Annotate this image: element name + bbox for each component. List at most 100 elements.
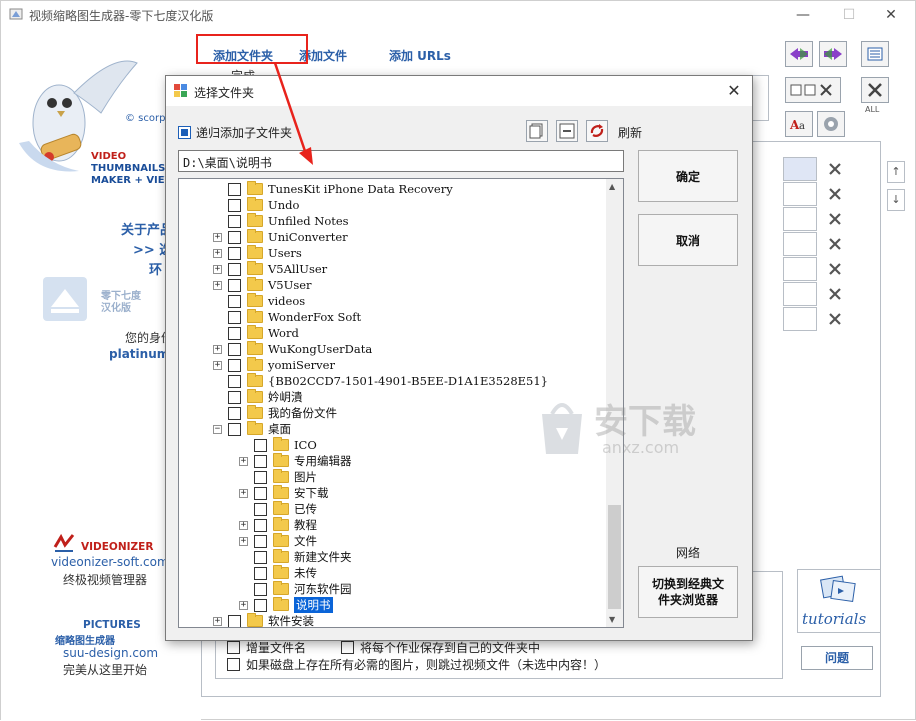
- tree-checkbox[interactable]: [228, 198, 241, 212]
- switch-classic-browser-button[interactable]: 切换到经典文件夹浏览器: [638, 566, 738, 618]
- tree-row[interactable]: + 教程: [239, 517, 317, 533]
- tree-checkbox[interactable]: [228, 278, 241, 292]
- tree-row[interactable]: 已传: [239, 501, 317, 517]
- tree-row[interactable]: + 说明书: [239, 597, 333, 613]
- expand-node-icon[interactable]: +: [213, 280, 222, 290]
- tree-checkbox[interactable]: [228, 294, 241, 308]
- job-row[interactable]: [783, 307, 817, 331]
- recursive-checkbox[interactable]: [178, 126, 191, 139]
- move-right-button[interactable]: [819, 41, 847, 67]
- tree-checkbox[interactable]: [254, 438, 267, 452]
- tree-checkbox[interactable]: [228, 390, 241, 404]
- tutorials-button[interactable]: tutorials: [797, 569, 881, 633]
- tree-checkbox[interactable]: [254, 486, 267, 500]
- tree-row[interactable]: 未传: [239, 565, 317, 581]
- tree-checkbox[interactable]: [254, 470, 267, 484]
- expand-node-icon[interactable]: +: [213, 344, 222, 354]
- tree-row[interactable]: 河东软件园: [239, 581, 352, 597]
- font-settings-button[interactable]: Aa: [785, 111, 813, 137]
- tree-row[interactable]: + yomiServer: [213, 357, 335, 373]
- expand-node-icon[interactable]: +: [239, 488, 248, 498]
- job-row[interactable]: [783, 157, 817, 181]
- tree-row[interactable]: + 软件安装: [213, 613, 314, 627]
- scroll-down-arrow-icon[interactable]: ↓: [887, 189, 905, 211]
- folder-tree[interactable]: TunesKit iPhone Data Recovery Undo Unfiled…: [178, 178, 624, 628]
- tree-row[interactable]: + 专用编辑器: [239, 453, 352, 469]
- job-row[interactable]: [783, 257, 817, 281]
- tree-checkbox[interactable]: [254, 454, 267, 468]
- expand-node-icon[interactable]: +: [239, 536, 248, 546]
- tree-row[interactable]: 新建文件夹: [239, 549, 352, 565]
- tree-checkbox[interactable]: [228, 422, 241, 436]
- tree-checkbox[interactable]: [254, 518, 267, 532]
- tree-checkbox[interactable]: [228, 310, 241, 324]
- tree-row[interactable]: ICO: [239, 437, 317, 453]
- remove-row-icon[interactable]: [825, 310, 845, 328]
- scroll-up-icon[interactable]: ▲: [609, 182, 615, 191]
- remove-row-icon[interactable]: [825, 185, 845, 203]
- own-folder-checkbox[interactable]: [341, 641, 354, 654]
- list-view-button[interactable]: [861, 41, 889, 67]
- remove-row-icon[interactable]: [825, 260, 845, 278]
- tree-checkbox[interactable]: [228, 214, 241, 228]
- expand-node-icon[interactable]: +: [213, 616, 222, 626]
- remove-row-icon[interactable]: [825, 210, 845, 228]
- expand-node-icon[interactable]: +: [213, 232, 222, 242]
- tree-row[interactable]: + Users: [213, 245, 302, 261]
- tree-row[interactable]: + WuKongUserData: [213, 341, 372, 357]
- skip-existing-option[interactable]: 如果磁盘上存在所有必需的图片，则跳过视频文件（未选中内容！）: [227, 656, 606, 673]
- add-urls-link[interactable]: 添加 URLs: [389, 47, 451, 64]
- tree-row[interactable]: Undo: [213, 197, 299, 213]
- expand-node-icon[interactable]: +: [213, 264, 222, 274]
- tree-checkbox[interactable]: [228, 614, 241, 627]
- tree-row[interactable]: 我的备份文件: [213, 405, 337, 421]
- own-folder-option[interactable]: 将每个作业保存到自己的文件夹中: [341, 639, 540, 656]
- tree-row[interactable]: {BB02CCD7-1501-4901-B5EE-D1A1E3528E51}: [213, 373, 548, 389]
- dialog-close-button[interactable]: ✕: [720, 80, 748, 102]
- tree-checkbox[interactable]: [228, 342, 241, 356]
- tree-checkbox[interactable]: [228, 262, 241, 276]
- job-row[interactable]: [783, 182, 817, 206]
- folder-path-input[interactable]: D:\桌面\说明书: [178, 150, 624, 172]
- job-row[interactable]: [783, 207, 817, 231]
- tree-checkbox[interactable]: [254, 550, 267, 564]
- tree-row[interactable]: + 安下载: [239, 485, 329, 501]
- remove-row-icon[interactable]: [825, 160, 845, 178]
- tree-row[interactable]: + 文件: [239, 533, 317, 549]
- scroll-up-arrow-icon[interactable]: ↑: [887, 161, 905, 183]
- move-left-button[interactable]: [785, 41, 813, 67]
- tree-checkbox[interactable]: [254, 502, 267, 516]
- tree-row[interactable]: TunesKit iPhone Data Recovery: [213, 181, 453, 197]
- incremental-filename-checkbox[interactable]: [227, 641, 240, 654]
- tree-checkbox[interactable]: [254, 566, 267, 580]
- tree-row[interactable]: 图片: [239, 469, 317, 485]
- tree-checkbox[interactable]: [228, 374, 241, 388]
- copy-icon[interactable]: [526, 120, 548, 142]
- remove-row-icon[interactable]: [825, 285, 845, 303]
- tree-row[interactable]: 妗岄潰: [213, 389, 303, 405]
- problem-button[interactable]: 问题: [801, 646, 873, 670]
- cancel-button[interactable]: 取消: [638, 214, 738, 266]
- tree-checkbox[interactable]: [254, 582, 267, 596]
- incremental-filename-option[interactable]: 增量文件名: [227, 639, 306, 656]
- collapse-icon[interactable]: [556, 120, 578, 142]
- tree-row[interactable]: + V5AllUser: [213, 261, 327, 277]
- minimize-button[interactable]: —: [781, 5, 825, 25]
- tree-checkbox[interactable]: [228, 246, 241, 260]
- tree-row[interactable]: videos: [213, 293, 305, 309]
- tree-row[interactable]: − 桌面: [213, 421, 291, 437]
- ok-button[interactable]: 确定: [638, 150, 738, 202]
- skip-existing-checkbox[interactable]: [227, 658, 240, 671]
- refresh-label[interactable]: 刷新: [618, 124, 642, 141]
- tree-row[interactable]: + UniConverter: [213, 229, 348, 245]
- tree-checkbox[interactable]: [254, 534, 267, 548]
- settings-button[interactable]: [817, 111, 845, 137]
- job-row[interactable]: [783, 232, 817, 256]
- scroll-down-icon[interactable]: ▼: [609, 615, 615, 624]
- env-link[interactable]: 环: [149, 259, 162, 278]
- maximize-button[interactable]: ☐: [827, 5, 871, 25]
- close-button[interactable]: ✕: [869, 5, 913, 25]
- expand-node-icon[interactable]: +: [213, 248, 222, 258]
- expand-node-icon[interactable]: +: [213, 360, 222, 370]
- videonizer-link[interactable]: videonizer-soft.com: [51, 555, 169, 569]
